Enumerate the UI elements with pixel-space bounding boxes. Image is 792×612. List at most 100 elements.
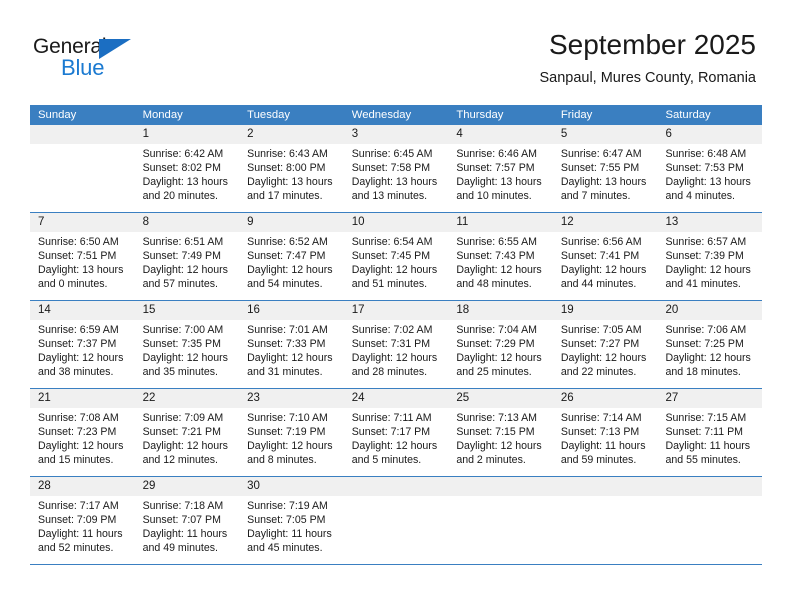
title-block: September 2025 Sanpaul, Mures County, Ro… <box>539 28 756 88</box>
day-cell[interactable]: Sunrise: 7:15 AM Sunset: 7:11 PM Daylight:… <box>657 408 762 476</box>
day-cell[interactable]: Sunrise: 7:10 AM Sunset: 7:19 PM Daylight:… <box>239 408 344 476</box>
sunrise-text: Sunrise: 7:11 AM <box>351 412 432 424</box>
day-number[interactable]: 26 <box>553 389 658 408</box>
sunset-text: Sunset: 7:21 PM <box>142 426 221 438</box>
sunrise-text: Sunrise: 6:51 AM <box>142 236 224 248</box>
day-number[interactable]: 17 <box>344 301 449 320</box>
day-number[interactable]: 12 <box>553 213 658 232</box>
sunset-text: Sunset: 7:51 PM <box>38 250 117 262</box>
day-number[interactable]: 11 <box>448 213 553 232</box>
general-blue-logo[interactable]: General Blue <box>33 36 233 84</box>
sunset-text: Sunset: 7:37 PM <box>38 338 117 350</box>
day-number[interactable]: 5 <box>553 125 658 144</box>
day-cell[interactable]: Sunrise: 6:50 AM Sunset: 7:51 PM Daylight:… <box>30 232 135 300</box>
day-number[interactable]: 6 <box>657 125 762 144</box>
day-cell[interactable]: Sunrise: 6:54 AM Sunset: 7:45 PM Daylight:… <box>344 232 449 300</box>
day-number-empty <box>657 477 762 496</box>
day-number[interactable]: 28 <box>30 477 135 496</box>
day-number[interactable]: 24 <box>344 389 449 408</box>
day-cell[interactable]: Sunrise: 6:56 AM Sunset: 7:41 PM Daylight:… <box>553 232 658 300</box>
daylight-text: Daylight: 11 hours <box>665 440 751 452</box>
day-cell[interactable]: Sunrise: 7:13 AM Sunset: 7:15 PM Daylight:… <box>448 408 553 476</box>
day-cell[interactable]: Sunrise: 6:46 AM Sunset: 7:57 PM Daylight:… <box>448 144 553 212</box>
day-cell[interactable]: Sunrise: 6:48 AM Sunset: 7:53 PM Daylight:… <box>657 144 762 212</box>
day-cell[interactable]: Sunrise: 6:57 AM Sunset: 7:39 PM Daylight:… <box>657 232 762 300</box>
day-cell[interactable]: Sunrise: 7:09 AM Sunset: 7:21 PM Daylight:… <box>135 408 240 476</box>
day-number[interactable]: 8 <box>135 213 240 232</box>
day-number[interactable]: 22 <box>135 389 240 408</box>
day-number[interactable]: 1 <box>135 125 240 144</box>
day-number[interactable]: 9 <box>239 213 344 232</box>
daylight-text-cont: and 17 minutes. <box>247 190 323 202</box>
day-cell[interactable]: Sunrise: 6:52 AM Sunset: 7:47 PM Daylight:… <box>239 232 344 300</box>
day-cell[interactable]: Sunrise: 7:00 AM Sunset: 7:35 PM Daylight:… <box>135 320 240 388</box>
sunset-text: Sunset: 7:33 PM <box>247 338 326 350</box>
sunset-text: Sunset: 7:25 PM <box>665 338 744 350</box>
sunrise-text: Sunrise: 7:19 AM <box>247 500 328 512</box>
daylight-text: Daylight: 12 hours <box>351 264 438 276</box>
calendar-page: General Blue September 2025 Sanpaul, Mur… <box>0 0 792 612</box>
day-number[interactable]: 20 <box>657 301 762 320</box>
daylight-text-cont: and 20 minutes. <box>142 190 218 202</box>
day-cell[interactable]: Sunrise: 6:47 AM Sunset: 7:55 PM Daylight:… <box>553 144 658 212</box>
weekday-header-tuesday: Tuesday <box>247 109 291 121</box>
calendar-week-row: 14 15 16 17 18 19 20 Sunrise: 6:59 AM Sunset: 7:… <box>30 301 762 389</box>
sunrise-text: Sunrise: 7:08 AM <box>38 412 119 424</box>
day-number[interactable]: 21 <box>30 389 135 408</box>
day-cell[interactable]: Sunrise: 7:05 AM Sunset: 7:27 PM Daylight:… <box>553 320 658 388</box>
day-number[interactable]: 15 <box>135 301 240 320</box>
weekday-header-thursday: Thursday <box>456 109 504 121</box>
day-number[interactable]: 7 <box>30 213 135 232</box>
daylight-text: Daylight: 11 hours <box>247 528 332 540</box>
day-number[interactable]: 10 <box>344 213 449 232</box>
sunrise-text: Sunrise: 7:01 AM <box>247 324 328 336</box>
day-cell[interactable]: Sunrise: 7:17 AM Sunset: 7:09 PM Daylight:… <box>30 496 135 564</box>
day-cell[interactable]: Sunrise: 7:08 AM Sunset: 7:23 PM Daylight:… <box>30 408 135 476</box>
weekday-header-wednesday: Wednesday <box>351 109 412 121</box>
day-cell[interactable]: Sunrise: 7:06 AM Sunset: 7:25 PM Daylight:… <box>657 320 762 388</box>
weekday-header-row: Sunday Monday Tuesday Wednesday Thursday Frid… <box>30 105 762 125</box>
day-number[interactable]: 16 <box>239 301 344 320</box>
day-number[interactable]: 3 <box>344 125 449 144</box>
day-cell[interactable]: Sunrise: 7:11 AM Sunset: 7:17 PM Daylight:… <box>344 408 449 476</box>
day-cell[interactable]: Sunrise: 7:14 AM Sunset: 7:13 PM Daylight:… <box>553 408 658 476</box>
sunset-text: Sunset: 7:15 PM <box>456 426 535 438</box>
day-cell-empty <box>657 496 762 564</box>
calendar-week-row: 21 22 23 24 25 26 27 Sunrise: 7:08 AM Sunset: 7:… <box>30 389 762 477</box>
day-number[interactable]: 29 <box>135 477 240 496</box>
weekday-header-monday: Monday <box>142 109 183 121</box>
day-cell[interactable]: Sunrise: 6:45 AM Sunset: 7:58 PM Daylight:… <box>344 144 449 212</box>
day-cell[interactable]: Sunrise: 6:42 AM Sunset: 8:02 PM Daylight:… <box>135 144 240 212</box>
daylight-text-cont: and 18 minutes. <box>665 366 741 378</box>
day-cell[interactable]: Sunrise: 6:43 AM Sunset: 8:00 PM Daylight:… <box>239 144 344 212</box>
daylight-text-cont: and 31 minutes. <box>247 366 323 378</box>
day-number[interactable]: 27 <box>657 389 762 408</box>
day-cell[interactable]: Sunrise: 6:59 AM Sunset: 7:37 PM Daylight:… <box>30 320 135 388</box>
day-cell[interactable]: Sunrise: 7:04 AM Sunset: 7:29 PM Daylight:… <box>448 320 553 388</box>
day-cell[interactable]: Sunrise: 7:02 AM Sunset: 7:31 PM Daylight:… <box>344 320 449 388</box>
week-day-detail-row: Sunrise: 7:17 AM Sunset: 7:09 PM Daylight:… <box>30 496 762 564</box>
day-number[interactable]: 18 <box>448 301 553 320</box>
week-day-number-row: 7 8 9 10 11 12 13 <box>30 213 762 232</box>
day-number[interactable]: 4 <box>448 125 553 144</box>
day-cell[interactable]: Sunrise: 7:19 AM Sunset: 7:05 PM Daylight:… <box>239 496 344 564</box>
sunset-text: Sunset: 7:47 PM <box>247 250 326 262</box>
sunset-text: Sunset: 8:02 PM <box>142 162 221 174</box>
day-number[interactable]: 23 <box>239 389 344 408</box>
day-number[interactable]: 2 <box>239 125 344 144</box>
daylight-text: Daylight: 11 hours <box>38 528 123 540</box>
day-cell[interactable]: Sunrise: 6:51 AM Sunset: 7:49 PM Daylight:… <box>135 232 240 300</box>
day-cell[interactable]: Sunrise: 6:55 AM Sunset: 7:43 PM Daylight:… <box>448 232 553 300</box>
daylight-text: Daylight: 13 hours <box>38 264 124 276</box>
day-number[interactable]: 19 <box>553 301 658 320</box>
sunset-text: Sunset: 7:49 PM <box>142 250 221 262</box>
daylight-text: Daylight: 11 hours <box>142 528 228 540</box>
day-number[interactable]: 14 <box>30 301 135 320</box>
day-number[interactable]: 13 <box>657 213 762 232</box>
day-number[interactable]: 25 <box>448 389 553 408</box>
daylight-text: Daylight: 13 hours <box>665 176 751 188</box>
day-cell[interactable]: Sunrise: 7:18 AM Sunset: 7:07 PM Daylight:… <box>135 496 240 564</box>
day-number[interactable]: 30 <box>239 477 344 496</box>
sunset-text: Sunset: 7:27 PM <box>560 338 640 350</box>
day-cell[interactable]: Sunrise: 7:01 AM Sunset: 7:33 PM Daylight:… <box>239 320 344 388</box>
